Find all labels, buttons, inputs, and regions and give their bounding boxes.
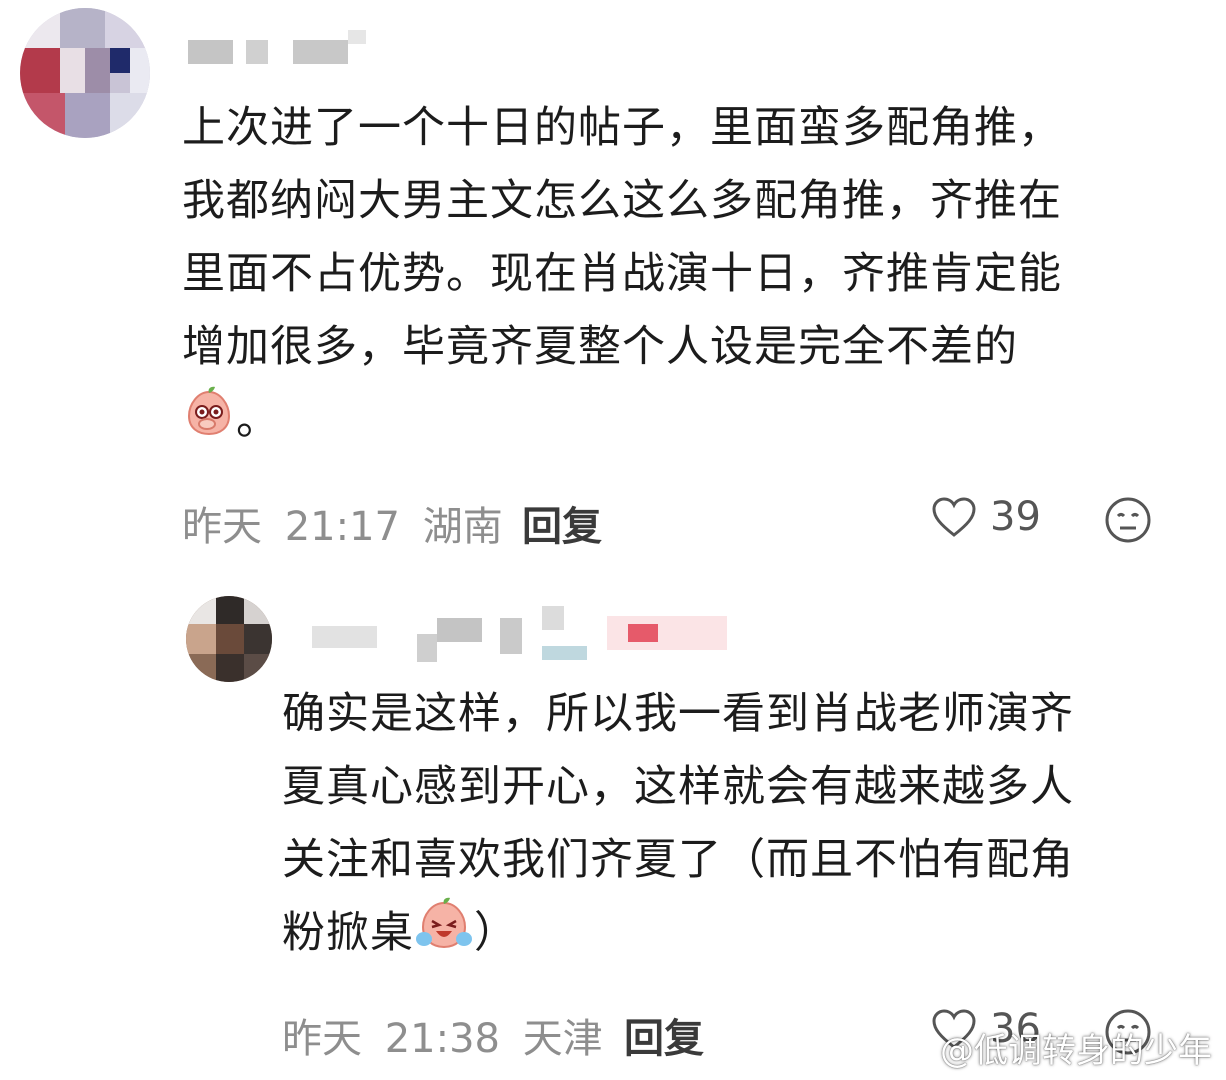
avatar[interactable] [20, 8, 150, 138]
comment-meta: 昨天 21:17 湖南 [182, 494, 513, 552]
watermark-text: @低调转身的少年 [940, 1031, 1212, 1071]
comment-line: 我都纳闷大男主文怎么这么多配角推，齐推在 [182, 176, 1062, 226]
reply-button[interactable]: 回复 [522, 494, 602, 552]
peach-crying-emoji [414, 897, 474, 974]
dislike-button[interactable] [1104, 496, 1152, 548]
reply-button[interactable]: 回复 [624, 1006, 704, 1064]
comment-time: 21:17 [284, 504, 400, 550]
meh-face-icon [1105, 497, 1151, 543]
comment-date: 昨天 [182, 504, 262, 550]
comment-location: 湖南 [422, 504, 503, 550]
comment-line: 增加很多，毕竟齐夏整个人设是完全不差的 [182, 322, 1018, 372]
like-button[interactable]: 39 [930, 494, 1041, 540]
comment-line-emoji: 。 [182, 384, 1062, 457]
avatar[interactable] [186, 596, 272, 682]
comment-text: 上次进了一个十日的帖子，里面蛮多配角推， 我都纳闷大男主文怎么这么多配角推，齐推… [182, 92, 1062, 457]
heart-outline-icon [932, 497, 976, 537]
comment-line-emoji: 粉掀桌 ） [282, 897, 1074, 970]
comment-date: 昨天 [282, 1016, 362, 1062]
comment-location: 天津 [522, 1016, 603, 1062]
like-count: 39 [990, 494, 1041, 540]
comment-line: 关注和喜欢我们齐夏了（而且不怕有配角 [282, 835, 1074, 885]
comment-line-prefix: 粉掀桌 [282, 908, 414, 958]
comment-line-suffix: 。 [236, 395, 280, 445]
watermark: @低调转身的少年 [894, 1023, 1212, 1072]
weibo-logo-icon [894, 1033, 933, 1064]
comment-line: 夏真心感到开心，这样就会有越来越多人 [282, 762, 1074, 812]
username-blurred[interactable] [188, 30, 378, 66]
comment-line: 确实是这样，所以我一看到肖战老师演齐 [282, 689, 1074, 739]
comment-line: 里面不占优势。现在肖战演十日，齐推肯定能 [182, 249, 1062, 299]
comment-time: 21:38 [384, 1016, 500, 1062]
comment-line-suffix: ） [474, 908, 518, 958]
username-blurred[interactable] [312, 606, 742, 670]
comment-text: 确实是这样，所以我一看到肖战老师演齐 夏真心感到开心，这样就会有越来越多人 关注… [282, 678, 1074, 970]
comment-line: 上次进了一个十日的帖子，里面蛮多配角推， [182, 103, 1062, 153]
comment-meta: 昨天 21:38 天津 [282, 1006, 613, 1064]
peach-shy-emoji [182, 384, 236, 461]
